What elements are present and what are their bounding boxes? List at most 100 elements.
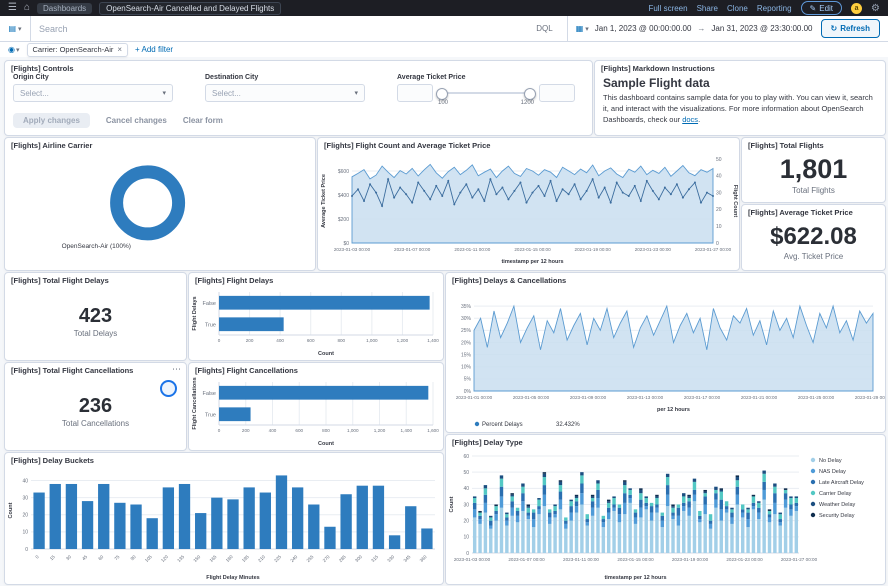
avatar[interactable]: a xyxy=(851,3,862,14)
panel-total-flight-cancellations: [Flights] Total Flight Cancellations ⋯ 2… xyxy=(4,362,187,451)
filter-menu-button[interactable]: ◉▾ xyxy=(8,45,20,54)
markdown-heading: Sample Flight data xyxy=(595,74,885,93)
filter-pill-carrier[interactable]: Carrier: OpenSearch-Air× xyxy=(27,43,129,57)
ticket-price-control: Average Ticket Price 100 1200 xyxy=(397,74,575,102)
delay-buckets-bar-chart[interactable]: 0102030400153045607590105120135150165180… xyxy=(5,466,443,583)
svg-text:2023-01-23 00:00: 2023-01-23 00:00 xyxy=(726,557,763,562)
svg-text:10%: 10% xyxy=(461,365,472,371)
clone-link[interactable]: Clone xyxy=(727,4,748,13)
svg-text:0: 0 xyxy=(716,241,719,247)
svg-text:600: 600 xyxy=(295,428,303,433)
close-icon[interactable]: × xyxy=(117,45,122,54)
svg-text:Flight Delays: Flight Delays xyxy=(192,296,198,330)
svg-text:40: 40 xyxy=(716,174,722,180)
svg-text:45: 45 xyxy=(81,554,88,561)
panel-controls: [Flights] Controls Origin City Select...… xyxy=(4,60,593,136)
flight-count-area-chart[interactable]: $0$200$400$600010203040502023-01-03 00:0… xyxy=(318,151,739,269)
svg-text:105: 105 xyxy=(144,554,153,563)
svg-text:400: 400 xyxy=(276,338,284,343)
svg-text:20%: 20% xyxy=(461,340,472,346)
svg-text:60: 60 xyxy=(97,554,104,561)
slider-handle-min[interactable] xyxy=(436,88,448,100)
destination-city-label: Destination City xyxy=(205,74,365,81)
svg-text:Count: Count xyxy=(8,502,14,518)
airline-carrier-donut-chart[interactable]: OpenSearch-Air (100%) xyxy=(5,151,315,269)
controls-row: Origin City Select...▾ Destination City … xyxy=(13,74,575,102)
refresh-button[interactable]: ↻Refresh xyxy=(821,19,881,38)
delay-type-stacked-chart[interactable]: 01020304050602023-01-03 00:002023-01-07 … xyxy=(446,448,885,583)
svg-text:285: 285 xyxy=(338,554,347,563)
svg-text:2023-01-11 00:00: 2023-01-11 00:00 xyxy=(454,247,490,252)
chevron-down-icon: ▾ xyxy=(585,25,589,33)
svg-text:2023-01-15 00:00: 2023-01-15 00:00 xyxy=(617,557,654,562)
panel-markdown-instructions: [Flights] Markdown Instructions Sample F… xyxy=(594,60,886,136)
svg-text:$200: $200 xyxy=(338,217,349,223)
gear-icon[interactable]: ⚙ xyxy=(871,3,880,14)
date-range-start[interactable]: Jan 1, 2023 @ 00:00:00.00 xyxy=(595,24,692,33)
svg-text:30: 30 xyxy=(716,190,722,196)
top-navigation-bar: ☰ ⌂ Dashboards OpenSearch-Air Cancelled … xyxy=(0,0,888,16)
saved-query-menu-button[interactable]: ▤▾ xyxy=(0,16,31,41)
price-max-input[interactable] xyxy=(539,84,575,102)
svg-text:Late Aircraft Delay: Late Aircraft Delay xyxy=(819,480,864,486)
svg-text:1,400: 1,400 xyxy=(427,338,439,343)
svg-text:Percent Delays: Percent Delays xyxy=(482,422,523,428)
share-link[interactable]: Share xyxy=(697,4,718,13)
search-input[interactable]: Search DQL xyxy=(31,16,567,41)
svg-text:20: 20 xyxy=(463,518,469,524)
svg-text:0%: 0% xyxy=(464,389,472,395)
svg-text:345: 345 xyxy=(403,554,412,563)
add-filter-link[interactable]: + Add filter xyxy=(135,45,173,54)
origin-city-select[interactable]: Select...▾ xyxy=(13,84,173,102)
docs-link[interactable]: docs xyxy=(682,115,698,124)
svg-text:25%: 25% xyxy=(461,328,472,334)
svg-text:No Delay: No Delay xyxy=(819,458,842,464)
slider-handle-max[interactable] xyxy=(524,88,536,100)
flight-delays-bar-chart[interactable]: 02004006008001,0001,2001,400FalseTrueFli… xyxy=(189,286,443,359)
svg-text:50: 50 xyxy=(716,157,722,163)
menu-icon[interactable]: ☰ xyxy=(8,0,17,16)
panel-total-flights: [Flights] Total Flights 1,801 Total Flig… xyxy=(741,137,886,203)
origin-city-control: Origin City Select...▾ xyxy=(13,74,173,102)
calendar-button[interactable]: ▦▾ xyxy=(576,24,589,33)
svg-text:Security Delay: Security Delay xyxy=(819,513,855,519)
ticket-price-range: 100 1200 xyxy=(397,84,575,102)
home-icon[interactable]: ⌂ xyxy=(24,0,30,16)
date-range-end[interactable]: Jan 31, 2023 @ 23:30:00.00 xyxy=(711,24,812,33)
svg-text:Flight Delay Minutes: Flight Delay Minutes xyxy=(206,575,259,581)
arrow-right-icon: → xyxy=(697,24,705,33)
price-min-input[interactable] xyxy=(397,84,433,102)
query-language-toggle[interactable]: DQL xyxy=(530,24,558,33)
filter-bar: ◉▾ Carrier: OpenSearch-Air× + Add filter xyxy=(0,42,888,57)
edit-button[interactable]: ✎Edit xyxy=(801,1,843,15)
svg-text:False: False xyxy=(203,391,216,397)
svg-text:Flight Count: Flight Count xyxy=(732,185,738,218)
svg-text:400: 400 xyxy=(269,428,277,433)
flight-cancellations-bar-chart[interactable]: 02004006008001,0001,2001,4001,600FalseTr… xyxy=(189,376,443,449)
full-screen-link[interactable]: Full screen xyxy=(648,4,687,13)
svg-text:Carrier Delay: Carrier Delay xyxy=(819,491,852,497)
svg-text:2023-01-11 00:00: 2023-01-11 00:00 xyxy=(563,557,599,562)
svg-text:255: 255 xyxy=(306,554,315,563)
svg-text:per 12 hours: per 12 hours xyxy=(657,407,690,413)
svg-text:1,600: 1,600 xyxy=(427,428,439,433)
cancel-changes-button[interactable]: Cancel changes xyxy=(106,116,167,125)
panel-title: [Flights] Delay Buckets xyxy=(5,453,443,466)
origin-city-label: Origin City xyxy=(13,74,173,81)
delays-cancellations-area-chart[interactable]: 0%5%10%15%20%25%30%35%2023-01-01 00:0020… xyxy=(446,286,885,431)
svg-text:800: 800 xyxy=(337,338,345,343)
reporting-link[interactable]: Reporting xyxy=(757,4,792,13)
svg-text:NAS Delay: NAS Delay xyxy=(819,469,846,475)
clear-form-button[interactable]: Clear form xyxy=(183,116,223,125)
chevron-down-icon: ▾ xyxy=(18,25,22,33)
apply-changes-button[interactable]: Apply changes xyxy=(13,113,90,128)
panel-title: [Flights] Flight Count and Average Ticke… xyxy=(318,138,739,151)
breadcrumb[interactable]: Dashboards xyxy=(37,3,92,14)
panel-title: [Flights] Flight Delays xyxy=(189,273,443,286)
svg-text:32.432%: 32.432% xyxy=(556,422,580,428)
svg-text:Count: Count xyxy=(318,351,334,357)
destination-city-select[interactable]: Select...▾ xyxy=(205,84,365,102)
svg-text:180: 180 xyxy=(225,554,234,563)
svg-text:40: 40 xyxy=(463,486,469,492)
svg-text:1,000: 1,000 xyxy=(347,428,359,433)
